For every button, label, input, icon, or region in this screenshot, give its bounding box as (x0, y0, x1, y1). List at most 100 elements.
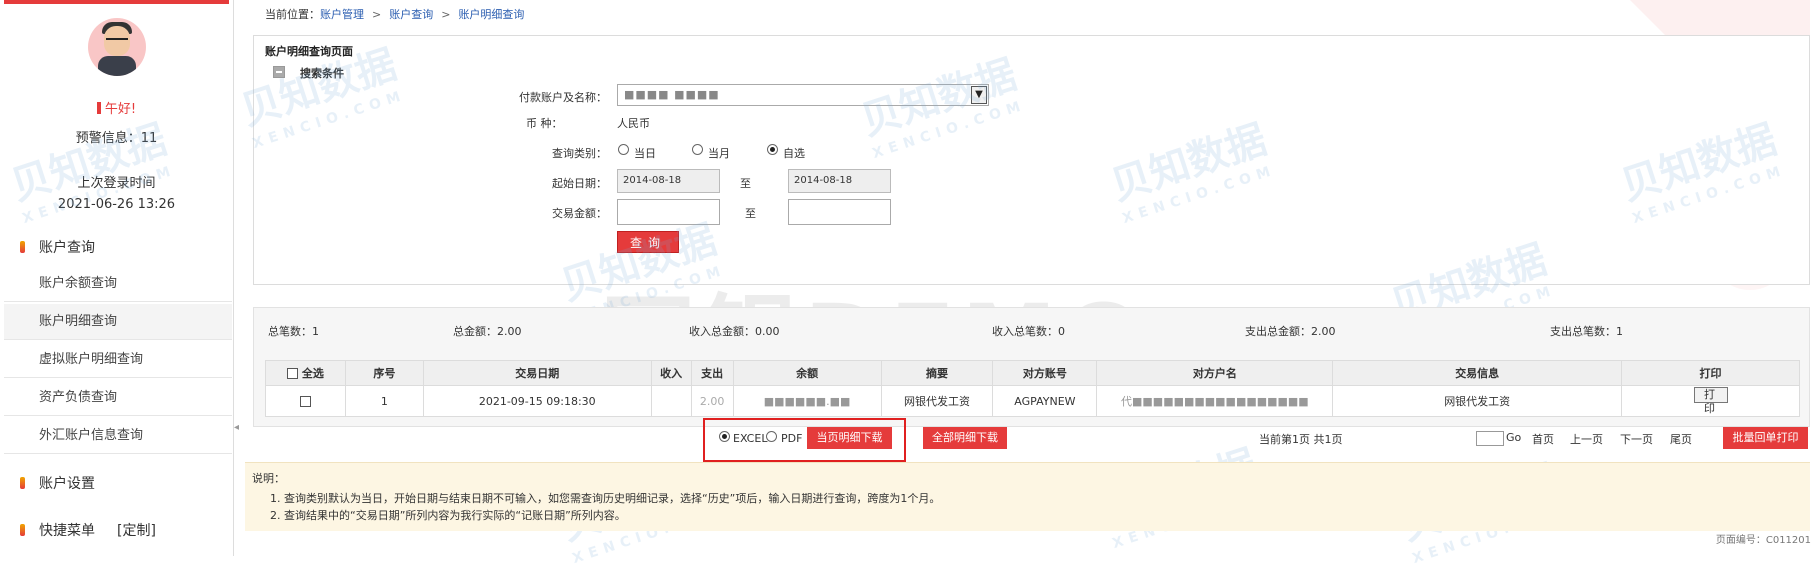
sidebar-item-balance[interactable]: 账户余额查询 (4, 266, 232, 302)
col-counter-name: 对方户名 (1096, 360, 1334, 386)
section-marker-icon (20, 477, 25, 489)
table-row: 1 2021-09-15 09:18:30 2.00 ■■■■■■.■■ 网银代… (265, 385, 1800, 417)
end-date-input[interactable]: 2014-08-18 (788, 169, 891, 193)
account-select-value: ■■■■ ■■■■ (624, 88, 720, 101)
cell-print: 打印 (1621, 385, 1800, 417)
amount-min-input[interactable] (617, 199, 720, 225)
account-label: 付款账户及名称： (519, 91, 607, 104)
row-print-button[interactable]: 打印 (1693, 387, 1728, 415)
radio-excel[interactable] (719, 431, 730, 442)
breadcrumb-account-mgmt[interactable]: 账户管理 (320, 8, 364, 21)
chevron-down-icon[interactable]: ▼ (971, 86, 987, 104)
greeting-text: 午好! (104, 102, 137, 117)
cell-date: 2021-09-15 09:18:30 (422, 385, 652, 417)
cell-counter-name: 代■■■■■■■■■■■■■■■■■ (1096, 385, 1334, 417)
avatar (88, 18, 146, 76)
sidebar-top-bar (4, 0, 229, 4)
col-income: 收入 (650, 360, 692, 386)
col-trade-info: 交易信息 (1332, 360, 1623, 386)
radio-custom[interactable] (767, 144, 778, 155)
notes-title: 说明： (252, 472, 285, 485)
summary-total-count: 总笔数：1 (268, 325, 319, 338)
sidebar-item-detail[interactable]: 账户明细查询 (4, 304, 232, 340)
cell-summary: 网银代发工资 (880, 385, 994, 417)
cell-balance: ■■■■■■.■■ (732, 385, 882, 417)
radio-pdf[interactable] (766, 431, 777, 442)
warning-info[interactable]: 预警信息：11 (0, 127, 233, 146)
sidebar-item-forex[interactable]: 外汇账户信息查询 (4, 418, 232, 454)
menu-section-shortcut[interactable]: 快捷菜单 [定制] (20, 520, 156, 540)
cell-income (650, 385, 692, 417)
sidebar-item-virtual-detail[interactable]: 虚拟账户明细查询 (4, 342, 232, 378)
currency-label: 币 种： (526, 117, 563, 130)
section-label: 账户查询 (39, 240, 95, 256)
col-expense: 支出 (690, 360, 734, 386)
start-date-label: 起始日期： (552, 177, 607, 190)
query-button[interactable]: 查询 (617, 231, 679, 253)
section-label: 快捷菜单 (39, 523, 95, 539)
go-button[interactable]: Go (1506, 431, 1521, 444)
select-all-checkbox[interactable] (287, 368, 299, 379)
breadcrumb-account-query[interactable]: 账户查询 (389, 8, 433, 21)
col-summary: 摘要 (880, 360, 994, 386)
sidebar-collapse-icon[interactable]: ◂ (234, 422, 240, 446)
search-conditions-title: 搜索条件 (300, 67, 344, 80)
section-marker-icon (20, 241, 25, 253)
last-login-label: 上次登录时间 (77, 176, 156, 191)
search-panel (253, 35, 1810, 285)
cell-trade-info: 网银代发工资 (1332, 385, 1623, 417)
menu-section-account-query[interactable]: 账户查询 (20, 237, 95, 257)
radio-today[interactable] (618, 144, 629, 155)
query-type-label: 查询类别： (552, 147, 607, 160)
page-title: 账户明细查询页面 (265, 45, 353, 58)
select-all-header[interactable]: 全选 (265, 360, 346, 386)
radio-excel-label: EXCEL (733, 432, 768, 445)
cell-expense: 2.00 (690, 385, 734, 417)
section-marker-icon (20, 524, 25, 536)
batch-print-button[interactable]: 批量回单打印 (1723, 427, 1808, 449)
start-date-input[interactable]: 2014-08-18 (617, 169, 720, 193)
sidebar-item-assets[interactable]: 资产负债查询 (4, 380, 232, 416)
currency-value: 人民币 (617, 117, 650, 130)
collapse-minus-icon[interactable] (273, 66, 285, 78)
breadcrumb-separator-icon: > (372, 8, 382, 21)
last-login-time: 2021-06-26 13:26 (57, 197, 176, 212)
all-download-button[interactable]: 全部明细下载 (923, 427, 1007, 449)
amount-max-input[interactable] (788, 199, 891, 225)
breadcrumb-detail-query[interactable]: 账户明细查询 (458, 8, 524, 21)
summary-income-count: 收入总笔数：0 (992, 325, 1065, 338)
summary-income-amount: 收入总金额：0.00 (689, 325, 780, 338)
pager-status: 当前第1页 共1页 (1259, 433, 1343, 446)
menu-section-account-settings[interactable]: 账户设置 (20, 473, 95, 493)
page-number: 页面编号：C011201 (1715, 535, 1811, 546)
row-checkbox-cell[interactable] (265, 385, 346, 417)
pager-prev[interactable]: 上一页 (1570, 431, 1603, 447)
pager-next[interactable]: 下一页 (1620, 431, 1653, 447)
customize-link[interactable]: [定制] (117, 523, 156, 539)
cell-seq: 1 (344, 385, 424, 417)
radio-custom-label: 自选 (783, 147, 805, 160)
account-select[interactable]: ■■■■ ■■■■ ▼ (617, 84, 989, 106)
section-label: 账户设置 (39, 476, 95, 492)
date-to-label: 至 (740, 177, 751, 190)
page-number-input[interactable] (1476, 431, 1504, 446)
breadcrumb-prefix: 当前位置： (265, 8, 320, 21)
page-download-button[interactable]: 当页明细下载 (807, 427, 892, 449)
cell-counter-account: AGPAYNEW (992, 385, 1098, 417)
radio-pdf-label: PDF (781, 432, 803, 445)
greeting: 午好! (0, 98, 233, 117)
amount-label: 交易金额： (552, 207, 607, 220)
select-all-label: 全选 (301, 367, 324, 380)
radio-month[interactable] (692, 144, 703, 155)
table-header-row: 全选 序号 交易日期 收入 支出 余额 摘要 对方账号 对方户名 交易信息 打印 (265, 360, 1800, 386)
summary-expense-count: 支出总笔数：1 (1550, 325, 1623, 338)
col-date: 交易日期 (422, 360, 652, 386)
col-seq: 序号 (344, 360, 424, 386)
pager-last[interactable]: 尾页 (1670, 431, 1692, 447)
note-line: 1. 查询类别默认为当日，开始日期与结束日期不可输入，如您需查询历史明细记录，选… (270, 492, 941, 505)
radio-month-label: 当月 (708, 147, 730, 160)
note-line: 2. 查询结果中的“交易日期”所列内容为我行实际的“记账日期”所列内容。 (270, 509, 626, 522)
pager-first[interactable]: 首页 (1532, 431, 1554, 447)
detail-table: 全选 序号 交易日期 收入 支出 余额 摘要 对方账号 对方户名 交易信息 打印… (265, 360, 1800, 417)
row-checkbox[interactable] (299, 395, 311, 407)
